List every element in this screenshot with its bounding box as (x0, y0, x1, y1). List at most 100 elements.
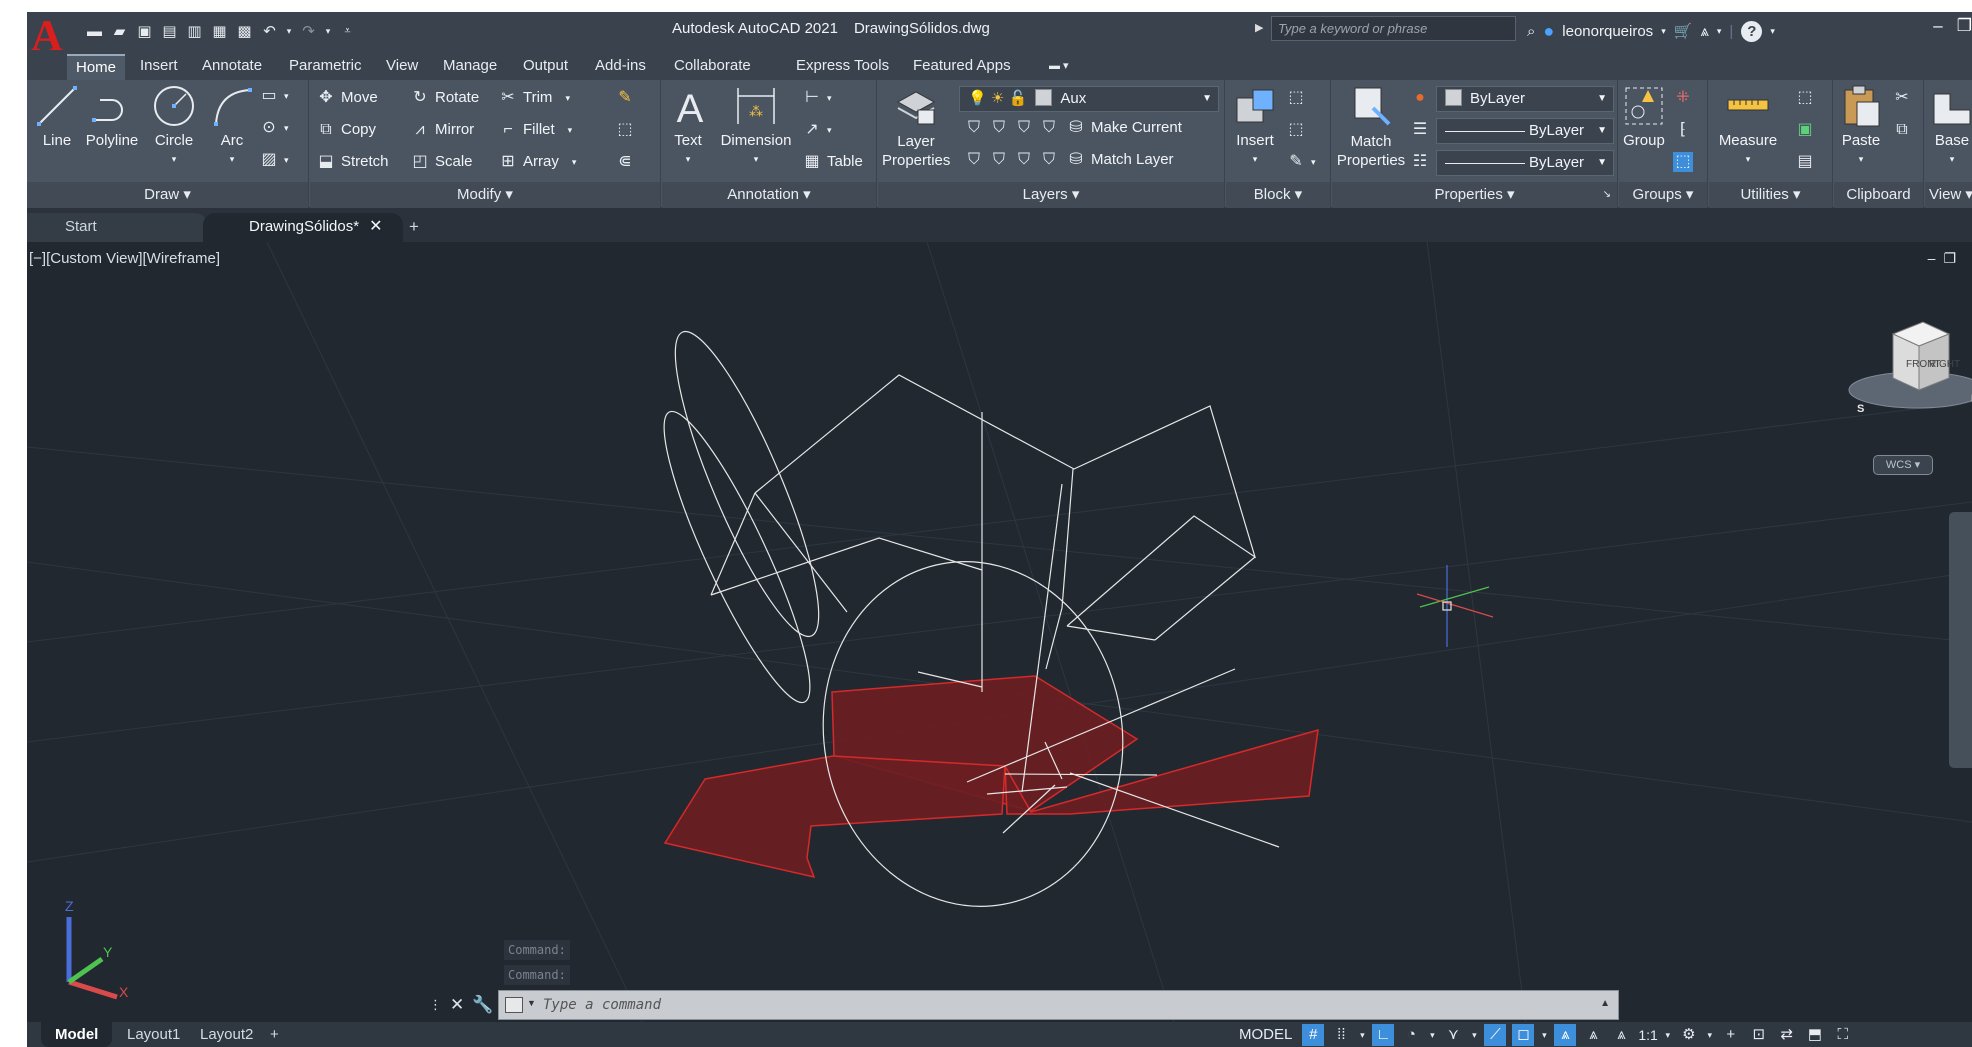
circle-button[interactable]: Circle ▾ (149, 84, 199, 168)
tab-add-ins[interactable]: Add-ins (586, 54, 655, 80)
model-space-toggle[interactable]: MODEL (1235, 1026, 1296, 1043)
search-icon[interactable]: ⌕ (1527, 23, 1535, 40)
ellipse-button[interactable]: ⊙ ▾ (259, 118, 288, 138)
viewcube-right-label[interactable]: RIGHT (1929, 359, 1960, 370)
stretch-button[interactable]: ⬓ Stretch (316, 152, 388, 172)
viewport-restore-icon[interactable]: ❐ (1943, 250, 1964, 266)
command-prompt-icon[interactable] (505, 997, 523, 1013)
layer-freeze-icon[interactable]: ⛉ (1014, 118, 1034, 138)
panel-title-modify[interactable]: Modify ▾ (310, 182, 660, 208)
command-line[interactable]: ▼ ▲ (498, 990, 1619, 1020)
arc-button[interactable]: Arc ▾ (207, 84, 257, 168)
annotation-scale-value[interactable]: 1:1 (1638, 1027, 1657, 1043)
move-button[interactable]: ✥ Move (316, 88, 377, 108)
hatch-button[interactable]: ▨ ▾ (259, 150, 289, 170)
search-input[interactable]: Type a keyword or phrase (1271, 16, 1516, 41)
layer-walk-icon[interactable]: ⛉ (1014, 150, 1034, 170)
save-icon[interactable]: ▣ (135, 22, 154, 41)
layout-tab-layout1[interactable]: Layout1 (117, 1022, 190, 1047)
measure-dropdown-icon[interactable]: ▾ (1713, 150, 1783, 168)
panel-title-clipboard[interactable]: Clipboard (1834, 182, 1923, 208)
wcs-menu[interactable]: WCS ▾ (1873, 455, 1933, 475)
object-tracking-icon[interactable]: ⟋ (1484, 1023, 1507, 1046)
share-icon[interactable]: ▦ (210, 22, 229, 41)
a360-dropdown-icon[interactable]: ▾ (1717, 26, 1722, 37)
layer-lock-icon[interactable]: ⛉ (1039, 118, 1059, 138)
linetype-dropdown[interactable]: ByLayer ▼ (1436, 118, 1614, 144)
panel-title-properties[interactable]: Properties ▾ ↘ (1332, 182, 1617, 208)
lineweight-icon-button[interactable]: ☰ (1410, 120, 1430, 140)
array-button[interactable]: ⊞ Array ▾ (498, 152, 576, 172)
command-customize-icon[interactable]: 🔧 (472, 995, 493, 1015)
tab-view[interactable]: View (377, 54, 427, 80)
plot-icon[interactable]: ▩ (235, 22, 254, 41)
mirror-button[interactable]: ⩘ Mirror (410, 120, 474, 140)
tab-collaborate[interactable]: Collaborate (665, 54, 760, 80)
fillet-button[interactable]: ⌐ Fillet ▾ (498, 120, 572, 140)
tab-manage[interactable]: Manage (434, 54, 506, 80)
line-button[interactable]: Line (35, 84, 79, 150)
quick-properties-icon[interactable]: ⇄ (1776, 1024, 1798, 1046)
trim-dropdown-icon[interactable]: ▾ (565, 88, 570, 108)
layer-isolate-icon[interactable]: ⛉ (989, 118, 1009, 138)
viewport-minimize-icon[interactable]: – (1928, 250, 1944, 266)
circle-dropdown-icon[interactable]: ▾ (149, 150, 199, 168)
layer-properties-button[interactable]: Layer Properties (882, 84, 950, 170)
paste-button[interactable]: Paste ▾ (1838, 84, 1884, 168)
quick-select-button[interactable]: ⬚ (1795, 88, 1815, 108)
lineweight-dropdown[interactable]: ByLayer ▼ (1436, 150, 1614, 176)
grid-icon[interactable]: # (1302, 1023, 1325, 1046)
layout-tab-model[interactable]: Model (41, 1022, 113, 1047)
workspace-dropdown-icon[interactable]: ▾ (1706, 1024, 1714, 1046)
trim-button[interactable]: ✂ Trim ▾ (498, 88, 570, 108)
doc-tab-drawing[interactable]: DrawingSólidos* ✕ (203, 213, 403, 242)
panel-title-layers[interactable]: Layers ▾ (878, 182, 1224, 208)
osnap-icon[interactable]: ◻ (1512, 1023, 1535, 1046)
command-recent-dropdown-icon[interactable]: ▼ (527, 998, 536, 1008)
create-block-button[interactable]: ⬚ (1286, 88, 1306, 108)
username[interactable]: leonorqueiros (1562, 23, 1653, 40)
make-current-button[interactable]: ⛁ Make Current (1066, 118, 1182, 138)
viewcube[interactable]: FRONT RIGHT S E (1797, 312, 1972, 432)
search-expand-icon[interactable]: ▶ (1255, 21, 1263, 34)
tab-output[interactable]: Output (514, 54, 577, 80)
user-dropdown-icon[interactable]: ▾ (1661, 26, 1666, 37)
select-all-button[interactable]: ▣ (1795, 120, 1815, 140)
polyline-button[interactable]: Polyline (81, 84, 143, 150)
polar-dropdown-icon[interactable]: ▾ (1428, 1024, 1436, 1046)
autodesk-a360-icon[interactable]: ⩓ (1700, 23, 1708, 40)
hatch-dropdown-icon[interactable]: ▾ (284, 150, 289, 170)
units-icon[interactable]: ⊡ (1748, 1024, 1770, 1046)
dimension-dropdown-icon[interactable]: ▾ (716, 150, 796, 168)
match-properties-button[interactable]: Match Properties (1336, 84, 1406, 170)
redo-icon[interactable]: ↷ (299, 22, 318, 41)
tab-parametric[interactable]: Parametric (280, 54, 371, 80)
scale-dropdown-icon[interactable]: ▾ (1664, 1024, 1672, 1046)
layer-off-icon[interactable]: ⛉ (964, 118, 984, 138)
tab-home[interactable]: Home (67, 54, 126, 80)
tab-insert[interactable]: Insert (131, 54, 187, 80)
panel-title-groups[interactable]: Groups ▾ (1619, 182, 1707, 208)
leader-dropdown-icon[interactable]: ▾ (827, 120, 832, 140)
measure-button[interactable]: Measure ▾ (1713, 84, 1783, 168)
color-dropdown[interactable]: ByLayer ▼ (1436, 86, 1614, 112)
copy-button[interactable]: ⧉ Copy (316, 120, 376, 140)
group-button[interactable]: Group (1621, 84, 1667, 150)
insert-dropdown-icon[interactable]: ▾ (1230, 150, 1280, 168)
panel-title-block[interactable]: Block ▾ (1226, 182, 1330, 208)
isodraft-dropdown-icon[interactable]: ▾ (1470, 1024, 1478, 1046)
paste-dropdown-icon[interactable]: ▾ (1838, 150, 1884, 168)
command-input[interactable] (543, 991, 1593, 1019)
snap-dropdown-icon[interactable]: ▾ (1358, 1024, 1366, 1046)
base-view-dropdown-icon[interactable]: ▾ (1929, 150, 1972, 168)
viewport-controls-label[interactable]: [−][Custom View][Wireframe] (29, 250, 220, 267)
edit-attributes-dropdown-icon[interactable]: ▾ (1311, 152, 1316, 172)
edit-attributes-button[interactable]: ✎ ▾ (1286, 152, 1316, 172)
scale-button[interactable]: ◰ Scale (410, 152, 472, 172)
undo-dropdown-icon[interactable]: ▾ (285, 22, 293, 41)
drawing-viewport[interactable]: [−][Custom View][Wireframe] –❐ FRONT RIG… (27, 242, 1972, 1032)
dimension-button[interactable]: ⁂ Dimension ▾ (716, 84, 796, 168)
fillet-dropdown-icon[interactable]: ▾ (568, 120, 573, 140)
publish-icon[interactable]: ▥ (185, 22, 204, 41)
open-folder-icon[interactable]: ▰ (110, 22, 129, 41)
